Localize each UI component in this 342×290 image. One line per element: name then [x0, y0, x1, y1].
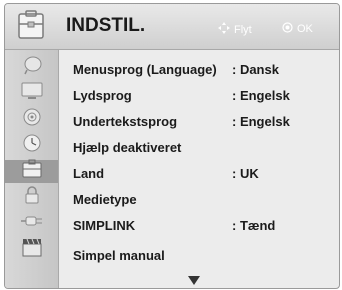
menu-item-label: SIMPLINK: [73, 218, 136, 233]
clock-icon: [21, 133, 43, 158]
menu-item-label: Menusprog (Language): [73, 62, 217, 77]
category-sidebar: [5, 50, 59, 288]
menu-item-value: : Engelsk: [232, 88, 290, 103]
move-hint-label: Flyt: [234, 23, 252, 36]
ok-hint: OK: [282, 22, 313, 36]
scroll-down-arrow-icon[interactable]: [188, 272, 200, 288]
dpad-arrows-icon: [218, 22, 230, 37]
menu-item-menu-language[interactable]: Menusprog (Language) : Dansk: [58, 58, 339, 82]
menu-item-label: Undertekstsprog: [73, 114, 178, 129]
menu-item-media-type[interactable]: Medietype: [58, 188, 339, 212]
menu-item-label: Medietype: [73, 192, 137, 207]
settings-osd-panel: INDSTIL. Flyt OK Menusprog (Language): …: [4, 3, 340, 289]
menu-item-value: : Dansk: [232, 62, 279, 77]
settings-toolbox-icon: [11, 8, 51, 44]
menu-header: INDSTIL. Flyt OK: [5, 4, 339, 50]
sidebar-item-audio[interactable]: [5, 108, 58, 131]
sidebar-item-picture[interactable]: [5, 82, 58, 105]
menu-item-simplink[interactable]: SIMPLINK : Tænd: [58, 214, 339, 238]
menu-item-country[interactable]: Land : UK: [58, 162, 339, 186]
menu-item-label: Land: [73, 166, 105, 181]
menu-title: INDSTIL.: [66, 15, 146, 36]
satellite-dish-icon: [21, 55, 43, 80]
sidebar-item-time[interactable]: [5, 134, 58, 157]
lock-icon: [21, 185, 43, 210]
screen-icon: [20, 82, 44, 105]
speaker-icon: [21, 107, 43, 132]
sidebar-item-lock[interactable]: [5, 186, 58, 209]
menu-item-label: Hjælp deaktiveret: [73, 140, 182, 155]
menu-item-label: Simpel manual: [73, 248, 165, 263]
clapperboard-icon: [20, 236, 44, 263]
sidebar-item-option[interactable]: [5, 159, 58, 184]
menu-item-label: Lydsprog: [73, 88, 132, 103]
menu-item-value: : Engelsk: [232, 114, 290, 129]
menu-item-subtitle-language[interactable]: Undertekstsprog : Engelsk: [58, 110, 339, 134]
menu-item-simple-manual[interactable]: Simpel manual: [58, 244, 339, 268]
menu-item-value: : Tænd: [232, 218, 276, 233]
menu-item-disabled-help[interactable]: Hjælp deaktiveret: [58, 136, 339, 160]
sidebar-item-media[interactable]: [5, 238, 58, 261]
sidebar-item-input[interactable]: [5, 212, 58, 235]
move-hint: Flyt: [218, 22, 252, 37]
ok-hint-label: OK: [297, 23, 313, 35]
ok-button-icon: [282, 22, 293, 36]
settings-toolbox-icon: [20, 159, 44, 184]
sidebar-item-antenna[interactable]: [5, 56, 58, 79]
menu-item-audio-language[interactable]: Lydsprog : Engelsk: [58, 84, 339, 108]
input-cable-icon: [20, 211, 44, 236]
menu-item-value: : UK: [232, 166, 259, 181]
